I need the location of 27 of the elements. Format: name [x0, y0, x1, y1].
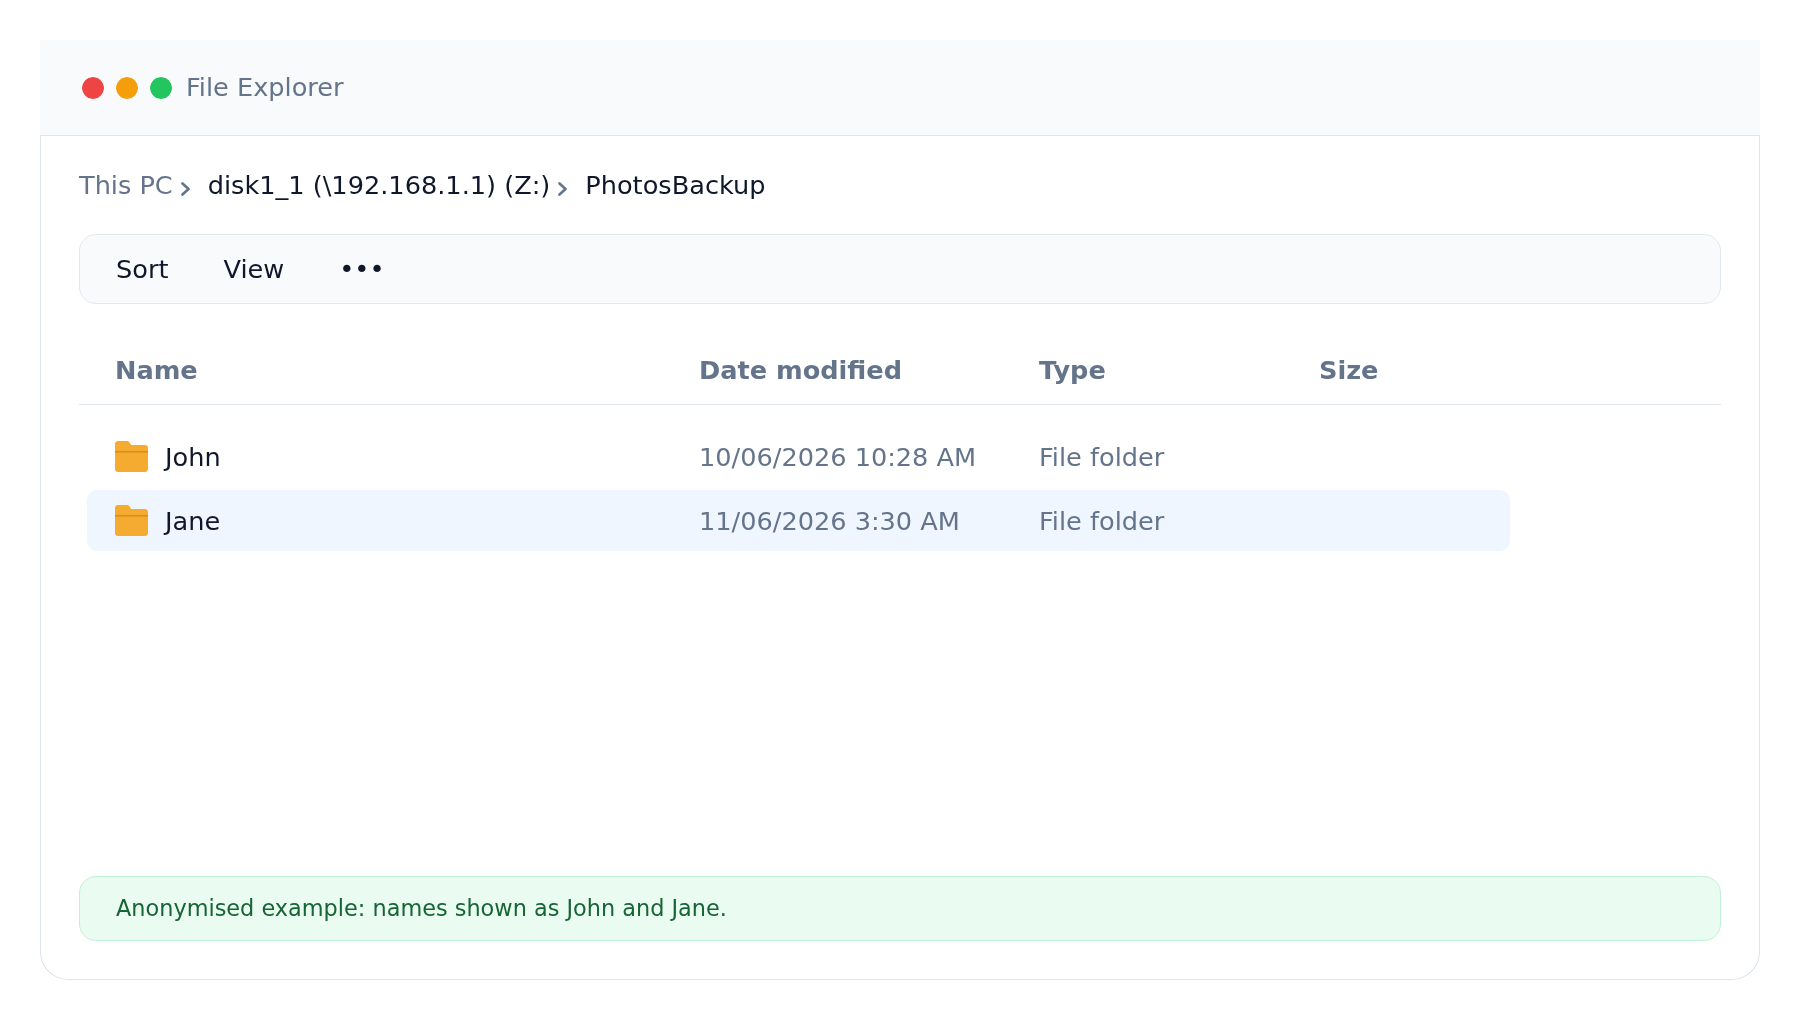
- column-header[interactable]: Type: [1039, 351, 1106, 389]
- breadcrumb-link[interactable]: disk1_1 (\192.168.1.1) (Z:): [207, 166, 551, 204]
- maximize-icon[interactable]: [150, 76, 172, 99]
- folder-icon: [115, 441, 148, 472]
- file-name: Jane: [165, 504, 221, 538]
- notice-banner: Anonymised example: names shown as John and Jane.: [79, 876, 1721, 941]
- minimize-icon[interactable]: [116, 76, 138, 99]
- file-name: John: [165, 440, 221, 474]
- file-type: File folder: [1039, 504, 1165, 538]
- file-row[interactable]: Jane 11/06/2026 3:30 AM File folder: [87, 490, 1510, 551]
- breadcrumb-link[interactable]: This PC: [79, 166, 173, 204]
- window-title: File Explorer: [186, 71, 344, 105]
- column-header[interactable]: Name: [115, 351, 198, 389]
- modified-date: 10/06/2026 10:28 AM: [699, 440, 977, 474]
- column-header[interactable]: Size: [1319, 351, 1379, 389]
- breadcrumb-link[interactable]: PhotosBackup: [585, 166, 766, 204]
- folder-icon: [115, 505, 148, 536]
- chevron-icon: [558, 182, 568, 196]
- chevron-icon: [180, 182, 190, 196]
- modified-date: 11/06/2026 3:30 AM: [699, 504, 960, 538]
- column-header[interactable]: Date modified: [699, 351, 902, 389]
- toolbar-button[interactable]: Sort: [92, 246, 193, 292]
- toolbar-button[interactable]: •••: [315, 246, 409, 292]
- file-type: File folder: [1039, 440, 1165, 474]
- toolbar-button[interactable]: View: [199, 246, 309, 292]
- file-row[interactable]: John 10/06/2026 10:28 AM File folder: [87, 426, 1510, 487]
- close-icon[interactable]: [82, 76, 104, 99]
